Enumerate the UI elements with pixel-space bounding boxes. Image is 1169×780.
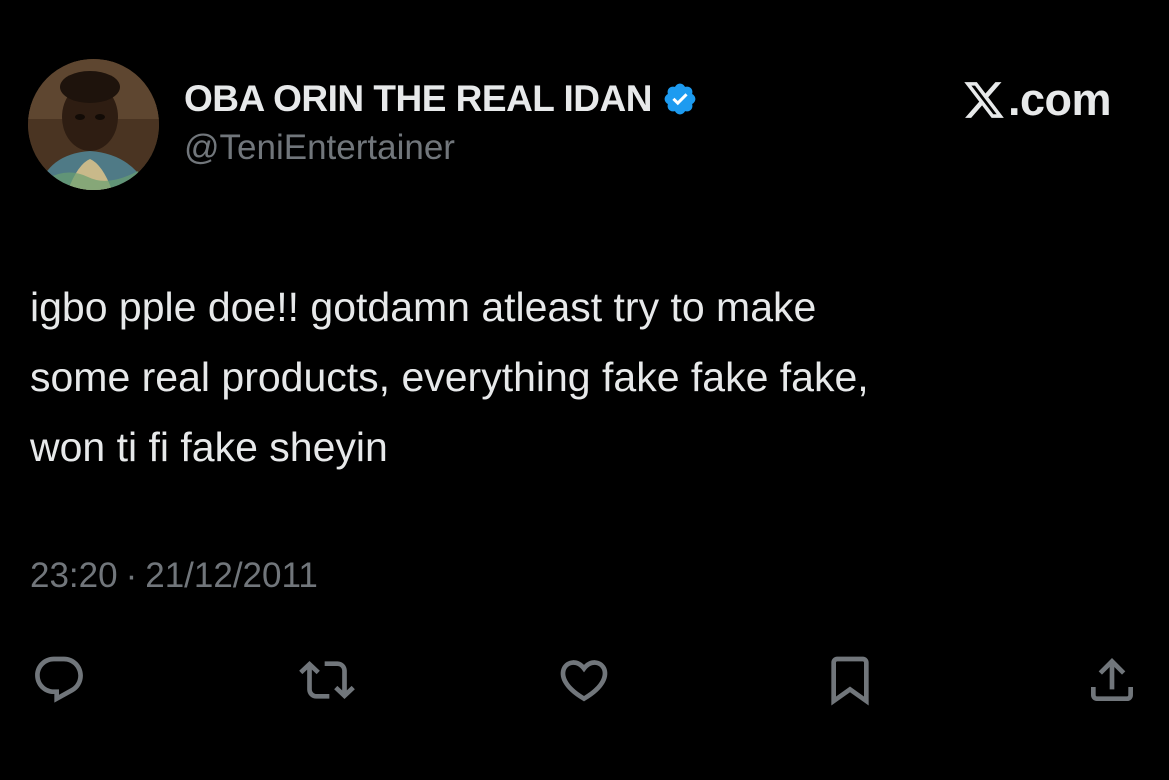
repost-button[interactable] bbox=[297, 650, 357, 710]
action-bar bbox=[0, 650, 1169, 710]
avatar[interactable] bbox=[28, 59, 159, 190]
heart-icon bbox=[560, 660, 608, 702]
display-name[interactable]: OBA ORIN THE REAL IDAN bbox=[184, 78, 652, 120]
verified-badge-icon bbox=[662, 81, 698, 117]
tweet-line: igbo pple doe!! gotdamn atleast try to m… bbox=[30, 284, 817, 330]
repost-icon bbox=[299, 661, 355, 699]
like-button[interactable] bbox=[554, 650, 614, 710]
tweet-timestamp[interactable]: 23:20 · 21/12/2011 bbox=[30, 556, 318, 596]
brand-watermark: .com bbox=[962, 70, 1112, 130]
meta-separator: · bbox=[125, 556, 138, 595]
bookmark-button[interactable] bbox=[820, 650, 880, 710]
x-logo-icon bbox=[962, 78, 1006, 122]
brand-text: .com bbox=[1007, 74, 1112, 125]
avatar-photo bbox=[28, 59, 159, 190]
tweet-time[interactable]: 23:20 bbox=[30, 556, 118, 595]
share-icon bbox=[1091, 658, 1133, 701]
reply-button[interactable] bbox=[29, 650, 89, 710]
tweet-line: won ti fi fake sheyin bbox=[30, 424, 388, 470]
author-name-row[interactable]: OBA ORIN THE REAL IDAN bbox=[184, 76, 698, 122]
tweet-text: igbo pple doe!! gotdamn atleast try to m… bbox=[30, 272, 1110, 482]
tweet-date[interactable]: 21/12/2011 bbox=[145, 556, 318, 595]
author-handle[interactable]: @TeniEntertainer bbox=[184, 128, 455, 168]
reply-icon bbox=[35, 656, 83, 703]
tweet-line: some real products, everything fake fake… bbox=[30, 354, 869, 400]
bookmark-icon bbox=[831, 656, 869, 706]
share-button[interactable] bbox=[1082, 650, 1142, 710]
